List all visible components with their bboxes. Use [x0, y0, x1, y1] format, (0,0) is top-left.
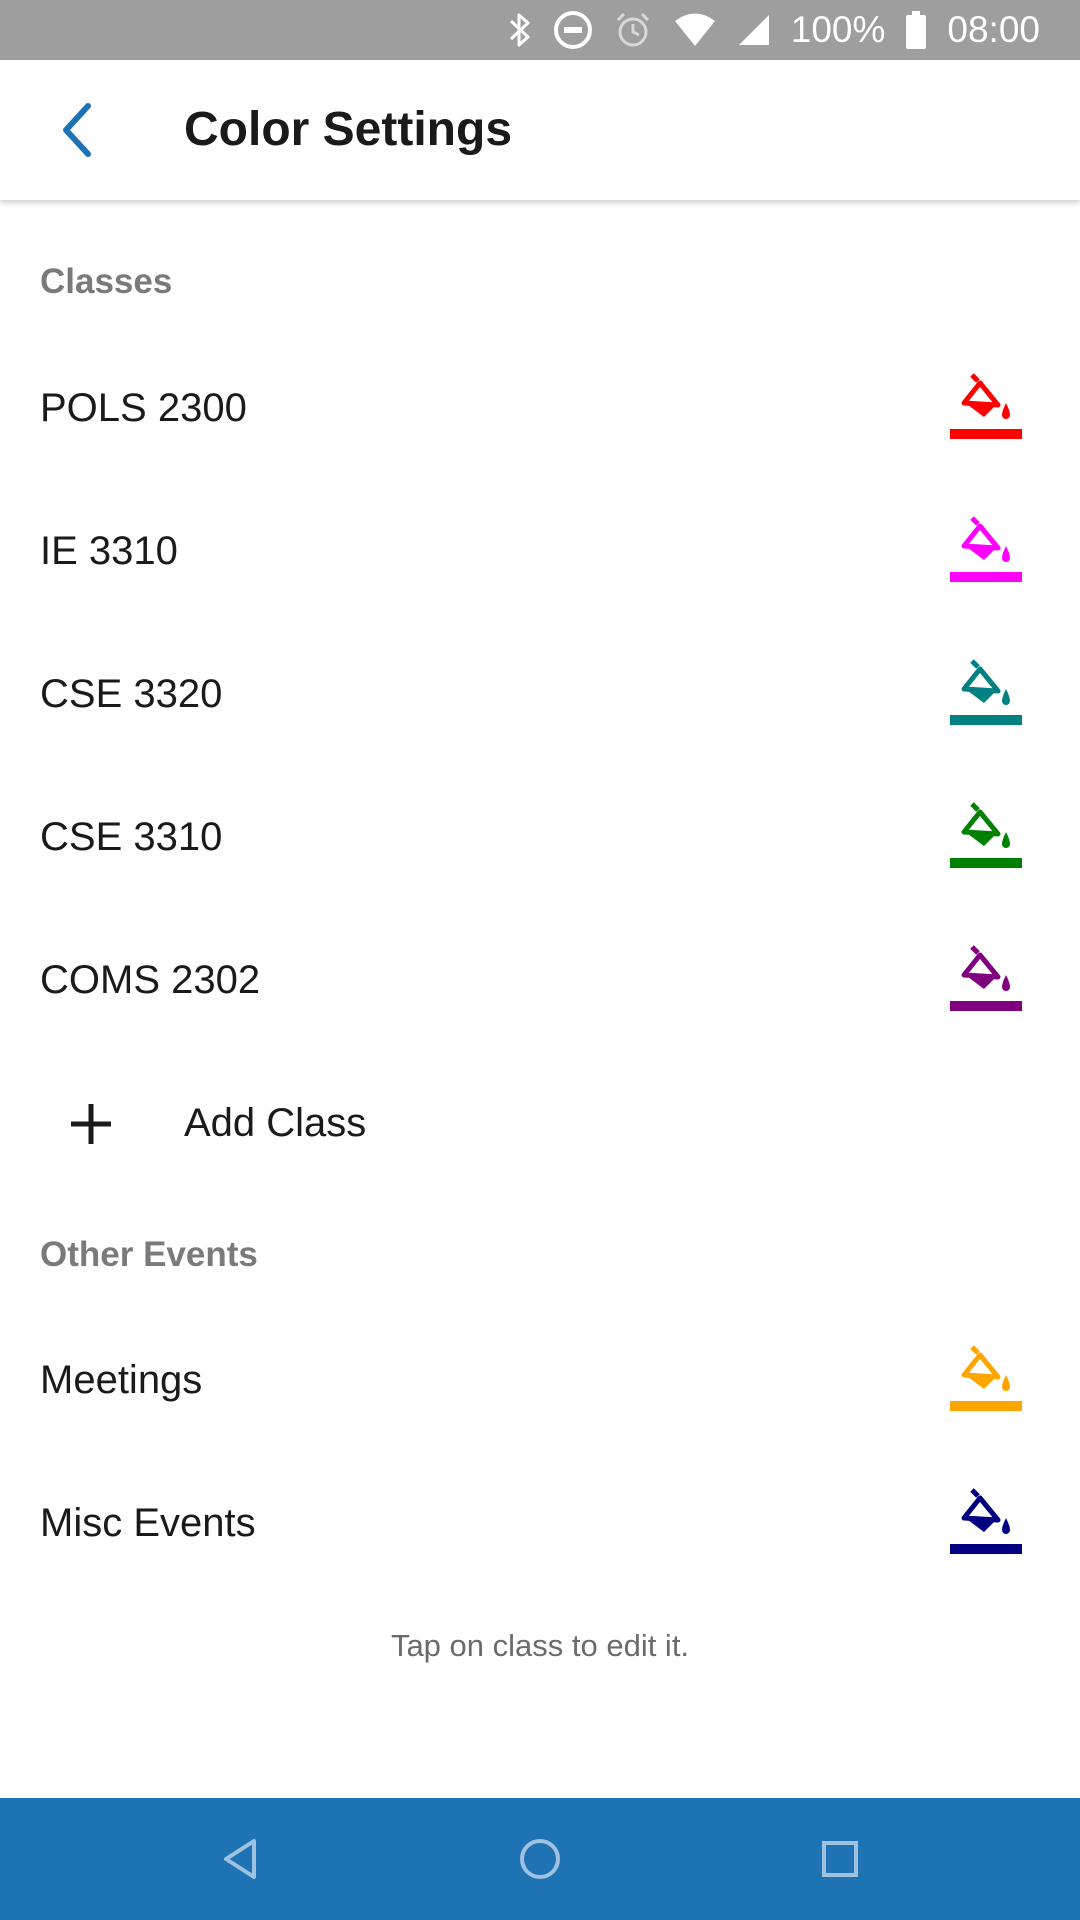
section-header-classes: Classes	[40, 262, 173, 301]
add-class-label: Add Class	[184, 1101, 367, 1145]
class-label: CSE 3310	[40, 815, 223, 859]
bluetooth-icon	[507, 0, 533, 60]
paint-bucket-icon[interactable]	[950, 1488, 1022, 1560]
wifi-icon	[673, 0, 717, 60]
paint-bucket-icon[interactable]	[950, 516, 1022, 588]
paint-bucket-icon[interactable]	[950, 1345, 1022, 1417]
nav-recents-icon	[822, 1841, 858, 1877]
class-label: POLS 2300	[40, 386, 247, 430]
do-not-disturb-icon	[553, 0, 593, 60]
navigation-bar	[0, 1798, 1080, 1920]
alarm-icon	[613, 0, 653, 60]
plus-icon	[71, 1104, 111, 1144]
back-button[interactable]	[36, 90, 116, 170]
nav-back-button[interactable]	[210, 1829, 270, 1889]
event-label: Misc Events	[40, 1501, 256, 1545]
class-label: COMS 2302	[40, 958, 261, 1002]
class-row[interactable]: POLS 2300	[0, 337, 1080, 480]
status-time: 08:00	[947, 9, 1040, 50]
add-class-button[interactable]: Add Class	[0, 1052, 1080, 1195]
class-row[interactable]: COMS 2302	[0, 909, 1080, 1052]
nav-home-button[interactable]	[510, 1829, 570, 1889]
class-row[interactable]: CSE 3320	[0, 623, 1080, 766]
paint-bucket-icon[interactable]	[950, 373, 1022, 445]
hint-text: Tap on class to edit it.	[390, 1628, 690, 1663]
paint-bucket-icon[interactable]	[950, 659, 1022, 731]
class-label: CSE 3320	[40, 672, 223, 716]
paint-bucket-icon[interactable]	[950, 945, 1022, 1017]
nav-back-icon	[224, 1839, 256, 1879]
cell-signal-icon	[737, 0, 771, 60]
event-label: Meetings	[40, 1358, 203, 1402]
paint-bucket-icon[interactable]	[950, 802, 1022, 874]
nav-recents-button[interactable]	[810, 1829, 870, 1889]
battery-icon	[905, 0, 927, 60]
chevron-left-icon	[63, 103, 91, 157]
event-row[interactable]: Misc Events	[0, 1452, 1080, 1595]
nav-home-icon	[520, 1839, 560, 1879]
class-label: IE 3310	[40, 529, 178, 573]
battery-percent: 100%	[790, 9, 886, 50]
page-title: Color Settings	[184, 103, 513, 156]
status-bar: 100% 08:00	[0, 0, 1080, 60]
app-bar: Color Settings	[0, 60, 1080, 200]
class-row[interactable]: CSE 3310	[0, 766, 1080, 909]
event-row[interactable]: Meetings	[0, 1309, 1080, 1452]
class-row[interactable]: IE 3310	[0, 480, 1080, 623]
section-header-other-events: Other Events	[40, 1235, 258, 1274]
